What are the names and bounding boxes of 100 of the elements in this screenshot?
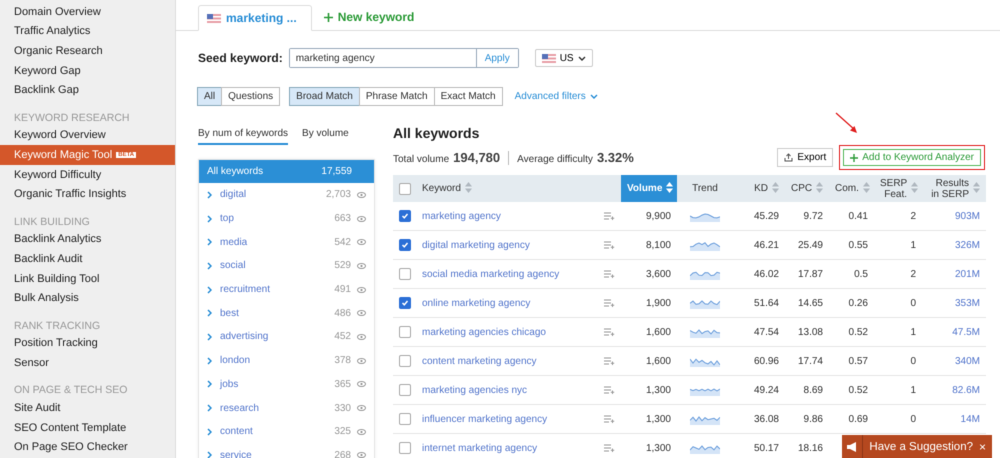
seed-keyword-field[interactable]: marketing agency Apply (288, 48, 519, 68)
apply-button[interactable]: Apply (476, 49, 518, 67)
sidebar-item[interactable]: Backlink Audit (0, 249, 175, 269)
checkbox[interactable] (399, 239, 411, 251)
group-link[interactable]: recruitment (220, 284, 334, 296)
keyword-link[interactable]: digital marketing agency (422, 240, 530, 250)
eye-icon[interactable] (357, 216, 366, 222)
add-to-list-icon[interactable] (604, 328, 615, 336)
sidebar-item[interactable]: Position Tracking (0, 334, 175, 354)
sidebar-item[interactable]: Keyword Overview (0, 126, 175, 146)
checkbox[interactable] (399, 413, 411, 425)
filter-toggle[interactable]: Questions (221, 87, 280, 106)
add-to-list-icon[interactable] (604, 270, 615, 278)
add-to-keyword-analyzer-button[interactable]: Add to Keyword Analyzer (843, 149, 981, 166)
keyword-link[interactable]: marketing agencies chicago (422, 326, 546, 338)
keyword-link[interactable]: online marketing agency (422, 298, 530, 308)
eye-icon[interactable] (357, 452, 366, 458)
checkbox[interactable] (399, 355, 411, 367)
sidebar-item[interactable]: Site Audit (0, 398, 175, 418)
column-header[interactable]: Results in SERP (922, 175, 986, 202)
match-toggle[interactable]: Phrase Match (358, 87, 435, 106)
add-to-list-icon[interactable] (604, 386, 615, 394)
sidebar-item[interactable]: Keyword Difficulty (0, 164, 175, 184)
keyword-link[interactable]: influencer marketing agency (422, 414, 548, 424)
keyword-link[interactable]: marketing agencies nyc (422, 384, 528, 396)
checkbox[interactable] (399, 182, 411, 194)
group-link[interactable]: content (220, 426, 334, 438)
results-link[interactable]: 14M (960, 414, 980, 424)
keyword-link[interactable]: internet marketing agency (422, 442, 538, 454)
results-link[interactable]: 340M (954, 356, 980, 366)
sidebar-item[interactable]: Organic Traffic Insights (0, 184, 175, 204)
group-link[interactable]: social (220, 260, 334, 272)
add-to-list-icon[interactable] (604, 241, 615, 249)
sidebar-item[interactable]: Domain Overview (0, 2, 175, 22)
checkbox[interactable] (399, 384, 411, 396)
sidebar-item[interactable]: On Page SEO Checker (0, 437, 175, 458)
sidebar-item[interactable]: Sensor (0, 353, 175, 373)
column-header[interactable]: Com. (829, 175, 874, 202)
sidebar-item[interactable]: Organic Research (0, 41, 175, 61)
eye-icon[interactable] (357, 428, 366, 435)
eye-icon[interactable] (357, 381, 366, 388)
add-to-list-icon[interactable] (604, 415, 615, 423)
group-link[interactable]: best (220, 308, 334, 319)
column-header[interactable]: CPC (785, 175, 829, 202)
results-link[interactable]: 326M (954, 240, 980, 250)
group-link[interactable]: research (220, 402, 334, 414)
results-link[interactable]: 353M (954, 298, 980, 308)
checkbox[interactable] (399, 326, 411, 338)
add-to-list-icon[interactable] (604, 299, 615, 307)
eye-icon[interactable] (357, 239, 366, 246)
group-tab[interactable]: By volume (302, 124, 349, 145)
match-toggle[interactable]: Broad Match (289, 87, 360, 106)
sidebar-item[interactable]: Backlink Analytics (0, 230, 175, 250)
eye-icon[interactable] (357, 358, 366, 364)
eye-icon[interactable] (357, 192, 366, 198)
eye-icon[interactable] (357, 310, 366, 316)
export-button[interactable]: Export (777, 148, 834, 167)
checkbox[interactable] (399, 297, 411, 309)
sidebar-item[interactable]: Keyword Gap (0, 60, 175, 80)
add-to-list-icon[interactable] (604, 444, 615, 452)
group-link[interactable]: top (220, 213, 334, 224)
suggestion-text[interactable]: Have a Suggestion? (863, 440, 973, 452)
checkbox[interactable] (399, 268, 411, 280)
group-link[interactable]: service (220, 450, 334, 458)
sidebar-item[interactable]: SEO Content Template (0, 418, 175, 438)
column-header[interactable]: Volume (621, 175, 677, 202)
sidebar-item[interactable]: Backlink Gap (0, 80, 175, 100)
eye-icon[interactable] (357, 334, 366, 340)
checkbox[interactable] (399, 210, 411, 222)
group-tab[interactable]: By num of keywords (198, 124, 288, 145)
results-link[interactable]: 82.6M (952, 384, 980, 396)
column-header[interactable]: Trend (677, 175, 733, 202)
sidebar-item[interactable]: Link Building Tool (0, 268, 175, 288)
sidebar-item[interactable]: Traffic Analytics (0, 22, 175, 42)
group-link[interactable]: digital (220, 189, 326, 200)
keyword-link[interactable]: content marketing agency (422, 356, 537, 366)
match-toggle[interactable]: Exact Match (434, 87, 503, 106)
eye-icon[interactable] (357, 286, 366, 293)
keyword-link[interactable]: marketing agency (422, 210, 501, 222)
eye-icon[interactable] (357, 405, 366, 412)
eye-icon[interactable] (357, 262, 366, 269)
keyword-tab[interactable]: marketing ... (198, 5, 312, 31)
checkbox[interactable] (399, 442, 411, 454)
column-header[interactable]: SERP Feat. (874, 175, 922, 202)
group-link[interactable]: advertising (220, 331, 334, 342)
add-to-list-icon[interactable] (604, 212, 615, 220)
group-item[interactable]: All keywords 17,559 (199, 160, 374, 183)
close-button[interactable]: × (972, 440, 992, 454)
results-link[interactable]: 201M (954, 268, 980, 280)
keyword-link[interactable]: social media marketing agency (422, 268, 560, 280)
country-dropdown[interactable]: US (534, 49, 593, 67)
column-header[interactable]: Keyword (416, 175, 621, 202)
advanced-filters-link[interactable]: Advanced filters (514, 91, 598, 102)
results-link[interactable]: 903M (954, 210, 980, 222)
group-link[interactable]: media (220, 236, 334, 248)
add-to-list-icon[interactable] (604, 357, 615, 365)
filter-toggle[interactable]: All (197, 87, 222, 106)
group-link[interactable]: london (220, 355, 334, 366)
group-link[interactable]: jobs (220, 378, 334, 390)
results-link[interactable]: 47.5M (952, 326, 980, 338)
